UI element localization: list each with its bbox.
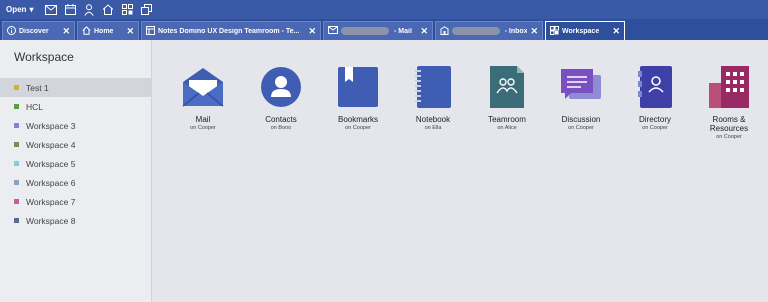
contacts-icon — [258, 64, 304, 110]
color-swatch — [14, 218, 19, 223]
sidebar-item-test-1[interactable]: Test 1 — [0, 78, 151, 97]
sidebar-item-label: HCL — [26, 101, 44, 112]
sidebar-item-label: Workspace 3 — [26, 120, 76, 131]
close-icon[interactable]: ✕ — [612, 26, 620, 37]
app-server: on Bono — [270, 125, 292, 131]
app-bookmarks[interactable]: Bookmarks on Cooper — [322, 64, 394, 131]
tab-label: Discover — [19, 27, 49, 35]
tab-label: Workspace — [562, 27, 600, 35]
calendar-icon[interactable] — [64, 4, 76, 16]
color-swatch — [14, 161, 19, 166]
mail-envelope-icon — [180, 64, 226, 110]
app-server: on Cooper — [568, 125, 594, 131]
open-menu-button[interactable]: Open ▾ — [6, 5, 33, 14]
app-rooms-resources[interactable]: Rooms & Resources on Cooper — [693, 64, 765, 140]
app-name: Notebook — [415, 115, 451, 124]
directory-icon — [632, 64, 678, 110]
sidebar-item-workspace-5[interactable]: Workspace 5 — [0, 154, 151, 173]
sidebar-item-label: Workspace 6 — [26, 177, 76, 188]
color-swatch — [14, 123, 19, 128]
tab-workspace[interactable]: Workspace ✕ — [545, 21, 625, 40]
app-teamroom[interactable]: Teamroom on Alice — [471, 64, 543, 131]
apps-icon[interactable] — [121, 4, 133, 16]
mail-icon[interactable] — [45, 4, 58, 16]
tab-mail[interactable]: - Mail ✕ — [323, 21, 433, 40]
tab-label: - Mail — [394, 27, 412, 35]
workspace-sidebar: Workspace Test 1 HCL Workspace 3 Workspa… — [0, 40, 152, 302]
discussion-icon — [558, 64, 604, 110]
close-icon[interactable]: ✕ — [126, 26, 134, 37]
sidebar-item-label: Workspace 7 — [26, 196, 76, 207]
caret-down-icon: ▾ — [29, 5, 34, 14]
sidebar-item-workspace-6[interactable]: Workspace 6 — [0, 173, 151, 192]
bookmark-icon — [335, 64, 381, 110]
app-name: Contacts — [265, 115, 297, 124]
color-swatch — [14, 104, 19, 109]
sidebar-item-hcl[interactable]: HCL — [0, 97, 151, 116]
app-server: on Cooper — [642, 125, 668, 131]
tab-home[interactable]: Home ✕ — [77, 21, 139, 40]
app-name: Discussion — [561, 115, 601, 124]
sidebar-item-label: Workspace 5 — [26, 158, 76, 169]
redacted-name — [452, 27, 500, 35]
copy-windows-icon[interactable] — [140, 4, 152, 16]
tab-label: Notes Domino UX Design Teamroom - Te... — [158, 27, 300, 35]
sidebar-item-workspace-3[interactable]: Workspace 3 — [0, 116, 151, 135]
app-directory[interactable]: Directory on Cooper — [619, 64, 691, 131]
rooms-resources-icon — [706, 64, 752, 110]
app-server: on Ella — [424, 125, 442, 131]
app-server: on Cooper — [345, 125, 371, 131]
color-swatch — [14, 142, 19, 147]
sidebar-title: Workspace — [14, 50, 74, 64]
person-icon[interactable] — [83, 3, 95, 16]
top-toolbar: Open ▾ — [0, 0, 768, 19]
sidebar-item-label: Test 1 — [26, 82, 49, 93]
workspace-apps-area: Mail on Cooper Contacts on Bono Bookmark… — [153, 40, 768, 302]
app-name: Mail — [195, 115, 211, 124]
tab-label: Home — [94, 27, 114, 35]
redacted-name — [341, 27, 389, 35]
app-contacts[interactable]: Contacts on Bono — [245, 64, 317, 131]
app-server: on Cooper — [716, 134, 742, 140]
sidebar-item-workspace-4[interactable]: Workspace 4 — [0, 135, 151, 154]
app-notebook[interactable]: Notebook on Ella — [397, 64, 469, 131]
tab-inbox[interactable]: - Inbox ✕ — [435, 21, 543, 40]
close-icon[interactable]: ✕ — [62, 26, 70, 37]
sidebar-item-label: Workspace 4 — [26, 139, 76, 150]
close-icon[interactable]: ✕ — [420, 26, 428, 37]
app-name: Directory — [638, 115, 671, 124]
sidebar-item-workspace-7[interactable]: Workspace 7 — [0, 192, 151, 211]
notebook-icon — [410, 64, 456, 110]
tab-teamroom[interactable]: Notes Domino UX Design Teamroom - Te... … — [141, 21, 321, 40]
tab-bar: Discover ✕ Home ✕ Notes Domino UX Design… — [0, 19, 768, 40]
home-icon — [82, 25, 91, 37]
color-swatch — [14, 180, 19, 185]
app-mail[interactable]: Mail on Cooper — [167, 64, 239, 131]
app-discussion[interactable]: Discussion on Cooper — [545, 64, 617, 131]
close-icon[interactable]: ✕ — [308, 26, 316, 37]
app-name: Bookmarks — [337, 115, 378, 124]
color-swatch — [14, 199, 19, 204]
sidebar-item-workspace-8[interactable]: Workspace 8 — [0, 211, 151, 230]
mail-icon — [328, 26, 338, 36]
home-icon[interactable] — [102, 4, 114, 16]
tab-discover[interactable]: Discover ✕ — [2, 21, 75, 40]
app-name: Teamroom — [488, 115, 526, 124]
tab-label: - Inbox — [504, 27, 528, 35]
building-icon — [440, 25, 449, 37]
database-icon — [146, 25, 155, 37]
open-menu-label: Open — [6, 5, 27, 14]
app-server: on Alice — [497, 125, 517, 131]
sidebar-item-label: Workspace 8 — [26, 215, 76, 226]
workspace-icon — [550, 25, 559, 37]
close-icon[interactable]: ✕ — [530, 26, 538, 37]
color-swatch — [14, 85, 19, 90]
app-name: Rooms & Resources — [709, 115, 749, 133]
app-server: on Cooper — [190, 125, 216, 131]
info-icon — [7, 25, 16, 37]
teamroom-icon — [484, 64, 530, 110]
